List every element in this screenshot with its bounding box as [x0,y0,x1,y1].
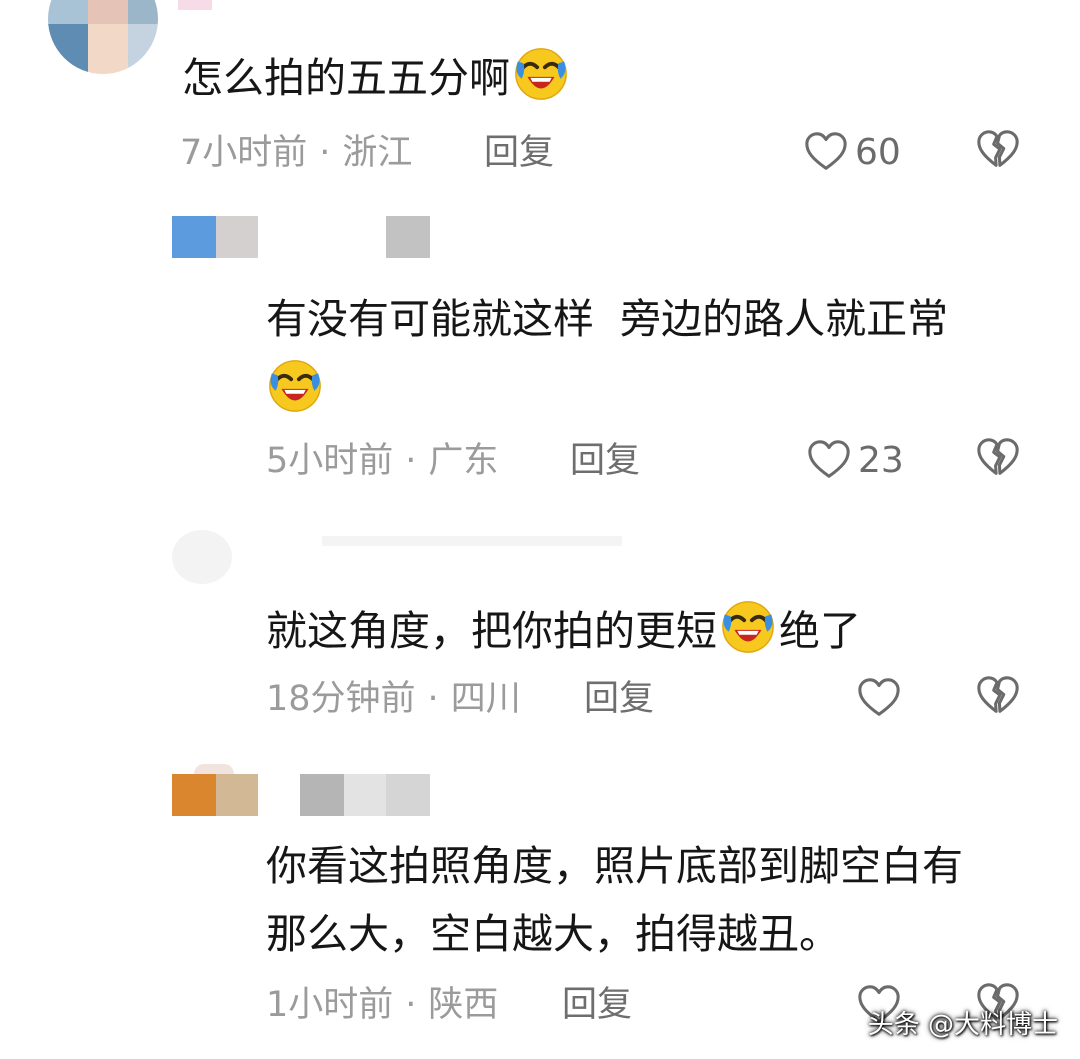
comment-emoji-line [264,356,326,422]
reply-button[interactable]: 回复 [562,980,632,1030]
comment-time: 18分钟前 [266,679,416,719]
like-button[interactable]: 60 [803,127,901,177]
broken-heart-icon [975,673,1021,719]
like-count: 23 [858,439,904,481]
dislike-button[interactable] [975,127,1021,177]
like-count: 60 [855,131,901,173]
laughing-tears-emoji [266,356,324,414]
username-mosaic[interactable] [172,530,672,586]
broken-heart-icon [975,435,1021,481]
comment-text: 有没有可能就这样 旁边的路人就正常 [266,287,948,351]
dislike-button[interactable] [975,673,1021,723]
comment-body: 怎么拍的五五分啊 [182,54,510,102]
reply-button[interactable]: 回复 [584,674,654,724]
comment-text: 怎么拍的五五分啊 [182,44,572,110]
comment-time: 7小时前 [180,133,308,173]
comment-time: 1小时前 [266,985,394,1025]
avatar[interactable] [48,0,160,88]
comment-meta: 5小时前 · 广东 [266,441,499,481]
comment-text-line2: 那么大，空白越大，拍得越丑。 [266,902,840,966]
comment-meta: 1小时前 · 陕西 [266,985,499,1025]
comment-text: 就这角度，把你拍的更短 绝了 [266,597,861,663]
reply-button[interactable]: 回复 [570,436,640,486]
comment-location: 浙江 [342,133,413,173]
like-button[interactable] [856,673,902,723]
comment-text: 你看这拍照角度，照片底部到脚空白有 [266,834,963,898]
comment-body: 那么大，空白越大，拍得越丑。 [266,910,840,958]
comment-location: 四川 [450,679,521,719]
comment-body: 你看这拍照角度，照片底部到脚空白有 [266,842,963,890]
watermark: 头条 @大料博士 [867,1010,1058,1040]
comment-location: 陕西 [428,985,499,1025]
username-mosaic[interactable] [172,764,472,818]
like-button[interactable]: 23 [806,435,904,485]
comment-body-tail: 绝了 [779,607,861,655]
dislike-button[interactable] [975,435,1021,485]
heart-outline-icon [803,129,849,175]
reply-button[interactable]: 回复 [484,128,554,178]
comment-time: 5小时前 [266,441,394,481]
username-mosaic[interactable] [172,216,442,258]
broken-heart-icon [975,127,1021,173]
comment-meta: 18分钟前 · 四川 [266,679,521,719]
comment-body: 有没有可能就这样 旁边的路人就正常 [266,295,949,343]
comment-location: 广东 [428,441,499,481]
comment-meta: 7小时前 · 浙江 [180,133,413,173]
laughing-tears-emoji [719,597,777,655]
comment-body: 就这角度，把你拍的更短 [266,607,717,655]
username-mosaic[interactable] [178,0,212,10]
laughing-tears-emoji [512,44,570,102]
heart-outline-icon [856,675,902,721]
heart-outline-icon [806,437,852,483]
